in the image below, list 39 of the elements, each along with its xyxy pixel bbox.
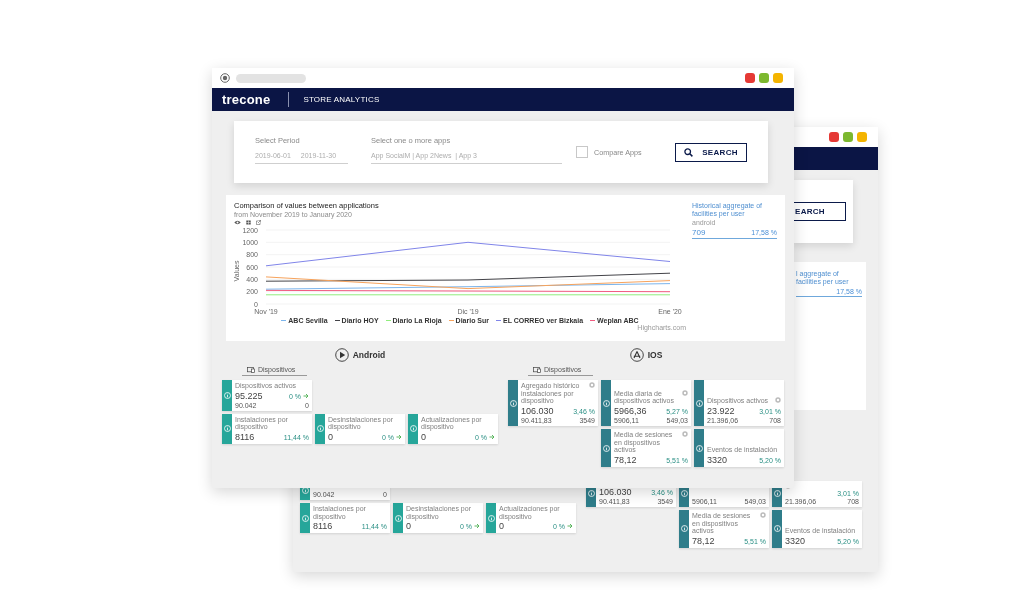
- record-icon: [220, 73, 230, 83]
- search-button[interactable]: SEARCH: [675, 142, 747, 162]
- app-title: STORE ANALYTICS: [303, 95, 380, 104]
- metric-value: 106.030: [599, 486, 632, 497]
- platform-title: IOS: [647, 350, 663, 360]
- metric-value: 8116: [235, 432, 255, 443]
- platform-title: Android: [352, 350, 386, 360]
- window-control[interactable]: [857, 132, 867, 142]
- metric-value: 5966,36: [614, 406, 647, 417]
- window-control[interactable]: [843, 132, 853, 142]
- devices-icon: [247, 366, 255, 373]
- eye-icon: [234, 220, 241, 225]
- search-button[interactable]: EARCH: [793, 202, 846, 221]
- metric-value: 0: [499, 521, 504, 532]
- metric-value: 23.922: [707, 406, 735, 417]
- metric-value: 95.225: [235, 390, 263, 401]
- metric-value: 3320: [785, 536, 806, 546]
- summary-value: 709: [692, 228, 706, 238]
- address-bar[interactable]: [236, 73, 306, 83]
- metric-value: 78,12: [614, 455, 637, 466]
- checkbox[interactable]: [576, 146, 588, 158]
- window-control[interactable]: [745, 73, 755, 83]
- export-icon: [256, 220, 261, 225]
- devices-icon: [533, 366, 541, 373]
- metric-value: 8116: [313, 521, 333, 532]
- search-icon: [684, 147, 694, 157]
- window-control[interactable]: [759, 73, 769, 83]
- metric-value: 78,12: [692, 536, 715, 546]
- window-control[interactable]: [829, 132, 839, 142]
- metric-value: 106.030: [521, 406, 554, 417]
- metric-value: 0: [421, 432, 426, 443]
- play-icon: [334, 348, 349, 362]
- metric-value: 0: [328, 432, 333, 443]
- window-control[interactable]: [773, 73, 783, 83]
- triangle-icon: [629, 348, 644, 362]
- metric-value: 3320: [707, 455, 728, 466]
- metric-value: 0: [406, 521, 411, 532]
- table-icon: [246, 220, 251, 225]
- logo: trecone: [222, 92, 271, 107]
